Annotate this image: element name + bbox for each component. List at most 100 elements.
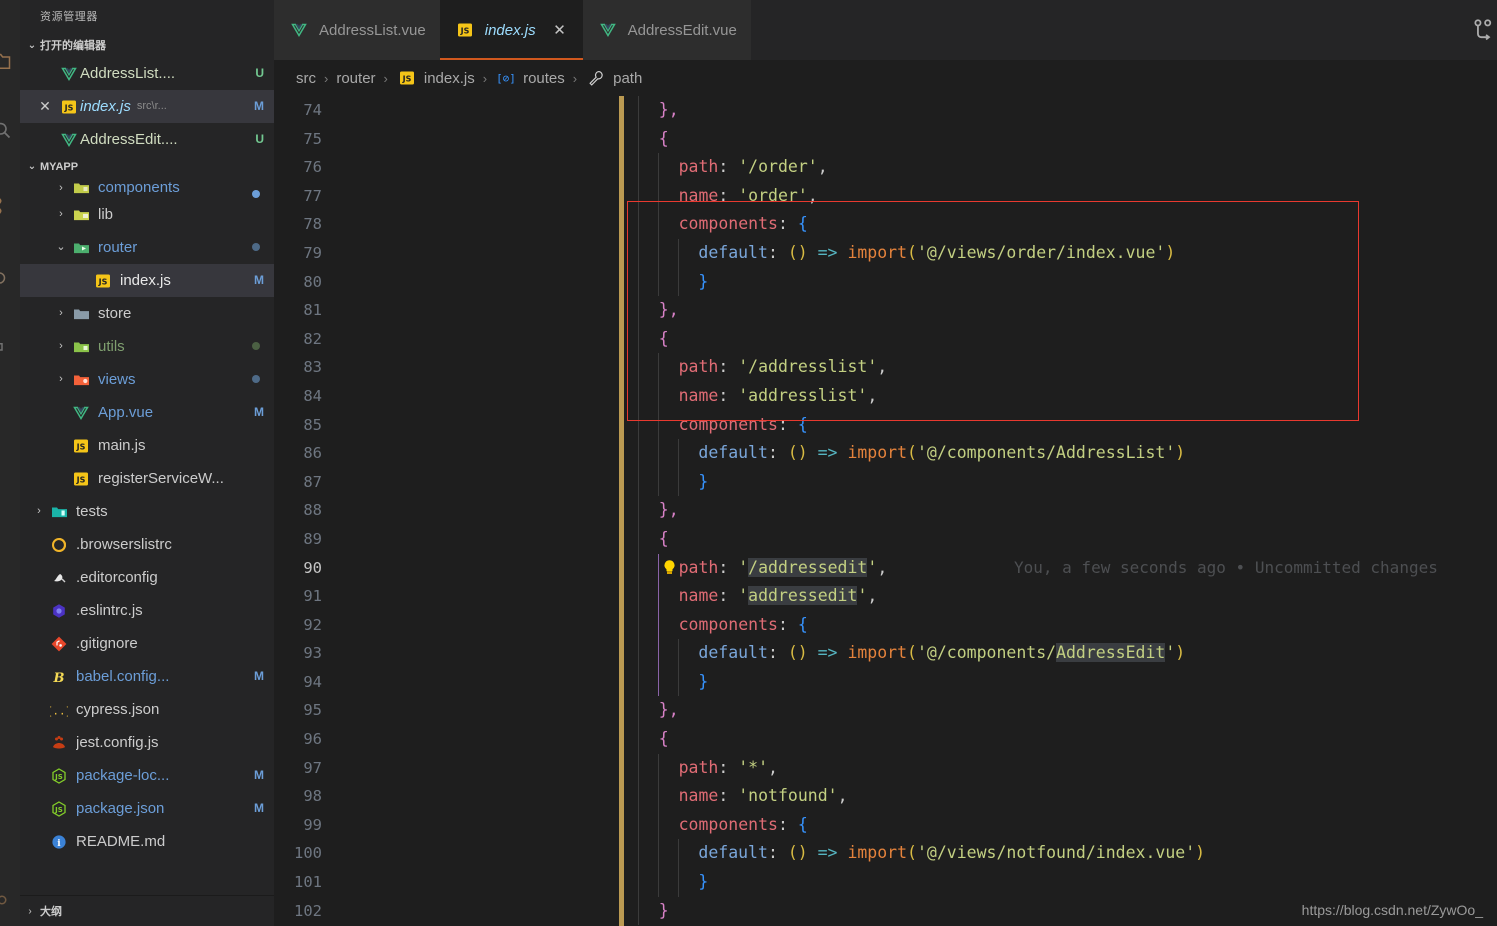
tree-file[interactable]: {..} cypress.json (20, 693, 274, 726)
open-editor-item[interactable]: AddressList.... U (20, 57, 274, 90)
code-line[interactable]: 76 path: '/order', (274, 153, 1497, 182)
open-editor-item[interactable]: AddressEdit.... U (20, 123, 274, 156)
indent-guide (638, 639, 639, 668)
extensions-icon[interactable] (0, 340, 12, 360)
tree-folder[interactable]: › utils (20, 330, 274, 363)
tree-file[interactable]: .editorconfig (20, 561, 274, 594)
tree-file[interactable]: .gitignore (20, 627, 274, 660)
tree-file[interactable]: JS registerServiceW... (20, 462, 274, 495)
breadcrumb-separator: › (572, 70, 578, 86)
code-editor[interactable]: 74}, 75 {76 path: '/order', 77 name: 'order',… (274, 96, 1497, 926)
code-line[interactable]: 86 default: () => import('@/components/Ad… (274, 439, 1497, 468)
editor-tab[interactable]: JS index.js ✕ (439, 0, 583, 60)
code-line[interactable]: 78 components: { (274, 210, 1497, 239)
breadcrumb-item[interactable]: router (336, 70, 375, 87)
indent-guide (657, 753, 659, 783)
code-line[interactable]: 80} (274, 267, 1497, 297)
outline-section[interactable]: › 大纲 (20, 895, 274, 926)
code-text: components: { (679, 611, 808, 640)
code-line[interactable]: 88}, (274, 496, 1497, 525)
code-line[interactable]: 87} (274, 467, 1497, 497)
code-line[interactable]: 85 components: { (274, 410, 1497, 440)
tree-folder[interactable]: › store (20, 297, 274, 330)
explorer-icon[interactable] (0, 52, 12, 72)
tab-close-icon[interactable]: ✕ (551, 21, 569, 39)
breadcrumb-item[interactable]: JS index.js (396, 70, 475, 87)
code-token: { (797, 814, 808, 834)
settings-gear-icon[interactable] (0, 890, 12, 910)
tree-file[interactable]: JS main.js (20, 429, 274, 462)
tree-file[interactable]: JS index.js M (20, 264, 274, 297)
code-line[interactable]: 77 name: 'order', (274, 181, 1497, 211)
tree-file[interactable]: .eslintrc.js (20, 594, 274, 627)
close-icon[interactable]: ✕ (32, 90, 58, 123)
code-line[interactable]: 79 default: () => import('@/views/order/i… (274, 238, 1497, 268)
code-text: path: '*', (679, 754, 778, 783)
tree-folder[interactable]: › tests (20, 495, 274, 528)
browserslist-icon (48, 537, 70, 553)
code-text: path: '/addresslist', (679, 353, 888, 382)
section-open-editors[interactable]: ⌄ 打开的编辑器 (20, 35, 274, 57)
field-icon: [⊘] (495, 70, 517, 86)
code-text: components: { (679, 411, 808, 440)
editor-tab[interactable]: AddressList.vue (274, 0, 440, 60)
code-line[interactable]: 82 { (274, 324, 1497, 354)
search-icon[interactable] (0, 120, 12, 140)
run-debug-icon[interactable] (0, 268, 12, 288)
lightbulb-quickfix-icon[interactable] (662, 559, 677, 577)
code-line[interactable]: 81}, (274, 296, 1497, 325)
breadcrumb-item[interactable]: src (296, 70, 316, 87)
code-token: }, (658, 700, 679, 720)
code-line[interactable]: 91 name: 'addressedit', (274, 582, 1497, 611)
code-token: '@/components/AddressList' (916, 443, 1176, 463)
code-line[interactable]: 100 default: () => import('@/views/notfou… (274, 839, 1497, 869)
code-line[interactable]: 93 default: () => import('@/components/Ad… (274, 639, 1497, 668)
tree-file[interactable]: JS package-loc... M (20, 759, 274, 792)
split-editor-icon[interactable] (1469, 18, 1495, 44)
breadcrumb-item[interactable]: [⊘] routes (495, 70, 565, 87)
chevron-right-icon[interactable]: › (30, 495, 48, 528)
code-line[interactable]: 75 { (274, 124, 1497, 154)
activity-bar[interactable] (0, 0, 20, 926)
code-line[interactable]: 83 path: '/addresslist', (274, 353, 1497, 382)
chevron-right-icon[interactable]: › (52, 330, 70, 363)
code-line[interactable]: 97 path: '*', (274, 753, 1497, 783)
chevron-right-icon[interactable]: › (52, 297, 70, 330)
tree-file[interactable]: Bbabel.config... M (20, 660, 274, 693)
tree-file[interactable]: jest.config.js (20, 726, 274, 759)
open-editor-item[interactable]: ✕ JS index.js src\r... M (20, 90, 274, 123)
code-line[interactable]: 95}, (274, 696, 1497, 726)
chevron-down-icon[interactable]: ⌄ (52, 231, 70, 264)
code-token: : (767, 643, 788, 663)
tree-file[interactable]: i README.md (20, 825, 274, 850)
code-line[interactable]: 101} (274, 868, 1497, 897)
tree-file[interactable]: JS package.json M (20, 792, 274, 825)
code-line[interactable]: 90 path: '/addressedit', You, a few second… (274, 553, 1497, 583)
code-token: => (817, 242, 838, 262)
section-project[interactable]: ⌄ MYAPP (20, 156, 274, 178)
chevron-right-icon[interactable]: › (52, 198, 70, 231)
tree-file[interactable]: App.vue M (20, 396, 274, 429)
tree-folder[interactable]: › lib (20, 198, 274, 231)
breadcrumb[interactable]: src › router › JS index.js › [⊘] routes › path (274, 60, 1497, 96)
code-line[interactable]: 98 name: 'notfound', (274, 782, 1497, 811)
code-line[interactable]: 89 { (274, 524, 1497, 554)
chevron-right-icon[interactable]: › (52, 363, 70, 396)
tree-file[interactable]: .browserslistrc (20, 528, 274, 561)
tree-folder[interactable]: › views (20, 363, 274, 396)
code-line[interactable]: 96 { (274, 725, 1497, 754)
tree-item-label: .editorconfig (76, 569, 158, 586)
code-line[interactable]: 94} (274, 667, 1497, 697)
code-line[interactable]: 74}, (274, 96, 1497, 125)
code-line[interactable]: 84 name: 'addresslist', (274, 381, 1497, 411)
breadcrumb-item[interactable]: path (585, 70, 642, 87)
code-line[interactable]: 92 components: { (274, 610, 1497, 640)
code-line[interactable]: 99 components: { (274, 810, 1497, 840)
tree-item-label: babel.config... (76, 668, 170, 685)
editor-tab[interactable]: AddressEdit.vue (582, 0, 751, 60)
tree-folder[interactable]: › components (20, 178, 274, 198)
source-control-icon[interactable] (0, 196, 12, 216)
chevron-right-icon[interactable]: › (52, 180, 70, 196)
tree-folder[interactable]: ⌄ router (20, 231, 274, 264)
